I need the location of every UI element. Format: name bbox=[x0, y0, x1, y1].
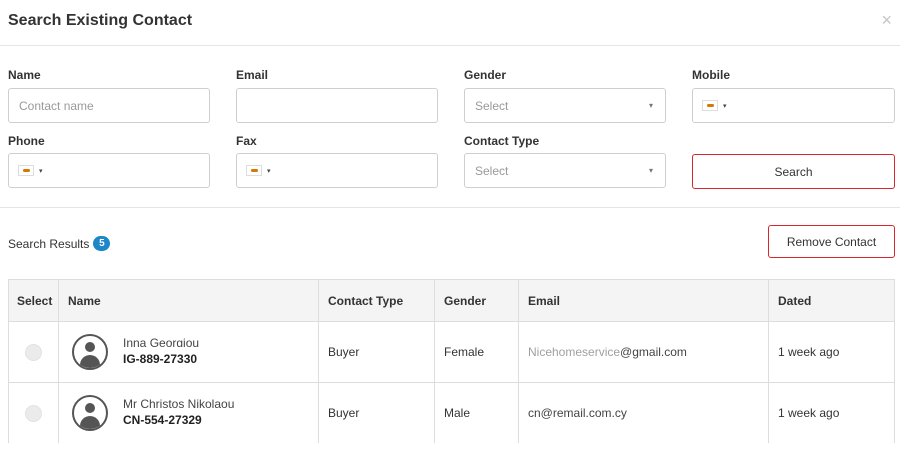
table-row[interactable]: Mr Christos Nikolaou CN-554-27329 Buyer … bbox=[9, 383, 894, 443]
column-header-contact-type[interactable]: Contact Type bbox=[319, 280, 435, 321]
fax-label: Fax bbox=[236, 134, 257, 148]
gender-cell: Male bbox=[435, 383, 519, 443]
modal-header: Search Existing Contact × bbox=[0, 0, 900, 46]
mobile-country-picker[interactable]: ▾ bbox=[702, 100, 727, 111]
results-table: Select Name Contact Type Gender Email Da… bbox=[8, 279, 895, 443]
mobile-label: Mobile bbox=[692, 68, 730, 82]
gender-label: Gender bbox=[464, 68, 507, 82]
chevron-down-icon: ▾ bbox=[648, 101, 653, 110]
contact-type-label: Contact Type bbox=[464, 134, 540, 148]
gender-select-value: Select bbox=[475, 98, 509, 113]
contact-type-cell: Buyer bbox=[319, 322, 435, 382]
phone-country-picker[interactable]: ▾ bbox=[18, 165, 43, 176]
select-cell bbox=[9, 383, 59, 443]
fax-field[interactable]: ▾ bbox=[236, 153, 438, 188]
dated-cell: 1 week ago bbox=[778, 406, 840, 420]
mobile-field[interactable]: ▾ bbox=[692, 88, 895, 123]
contact-name-block: Mr Christos Nikolaou CN-554-27329 bbox=[123, 399, 234, 427]
column-header-dated[interactable]: Dated bbox=[769, 280, 894, 321]
search-results-label: Search Results bbox=[8, 236, 90, 251]
email-label: Email bbox=[236, 68, 269, 82]
dated-cell: 1 week ago bbox=[778, 345, 840, 359]
user-avatar-icon bbox=[72, 395, 108, 431]
contact-email: Nicehomeservice@gmail.com bbox=[528, 345, 687, 359]
contact-name-block: Inna Georgiou IG-889-27330 bbox=[123, 338, 199, 366]
column-header-email[interactable]: Email bbox=[519, 280, 769, 321]
modal-title: Search Existing Contact bbox=[8, 12, 193, 29]
cyprus-flag-icon bbox=[246, 165, 262, 176]
section-divider bbox=[0, 207, 900, 208]
email-cell: cn@remail.com.cy bbox=[519, 383, 769, 443]
chevron-down-icon: ▾ bbox=[723, 102, 727, 110]
search-button[interactable]: Search bbox=[692, 154, 895, 189]
name-field[interactable] bbox=[8, 88, 210, 123]
name-input[interactable] bbox=[19, 98, 209, 113]
user-avatar-icon bbox=[72, 334, 108, 370]
table-header: Select Name Contact Type Gender Email Da… bbox=[9, 280, 894, 322]
email-input[interactable] bbox=[247, 98, 437, 113]
phone-field[interactable]: ▾ bbox=[8, 153, 210, 188]
search-results-heading: Search Results 5 bbox=[8, 236, 111, 251]
fax-country-picker[interactable]: ▾ bbox=[246, 165, 271, 176]
name-label: Name bbox=[8, 68, 41, 82]
contact-code: IG-889-27330 bbox=[123, 352, 198, 366]
chevron-down-icon: ▾ bbox=[267, 167, 271, 175]
email-field[interactable] bbox=[236, 88, 438, 123]
chevron-down-icon: ▾ bbox=[39, 167, 43, 175]
contact-type-select-value: Select bbox=[475, 163, 509, 178]
phone-label: Phone bbox=[8, 134, 45, 148]
gender-select[interactable]: Select ▾ bbox=[464, 88, 666, 123]
row-select-radio[interactable] bbox=[25, 343, 42, 361]
column-header-gender[interactable]: Gender bbox=[435, 280, 519, 321]
table-row[interactable]: Inna Georgiou IG-889-27330 Buyer Female … bbox=[9, 322, 894, 383]
contact-type-select[interactable]: Select ▾ bbox=[464, 153, 666, 188]
contact-email: cn@remail.com.cy bbox=[528, 406, 627, 420]
close-icon[interactable]: × bbox=[881, 10, 892, 30]
email-cell: Nicehomeservice@gmail.com bbox=[519, 322, 769, 382]
cyprus-flag-icon bbox=[702, 100, 718, 111]
cyprus-flag-icon bbox=[18, 165, 34, 176]
column-header-select: Select bbox=[9, 280, 59, 321]
name-cell: Mr Christos Nikolaou CN-554-27329 bbox=[59, 383, 319, 443]
column-header-name[interactable]: Name bbox=[59, 280, 319, 321]
contact-code: CN-554-27329 bbox=[123, 413, 202, 427]
row-select-radio[interactable] bbox=[25, 404, 42, 422]
chevron-down-icon: ▾ bbox=[648, 166, 653, 175]
contact-name: Mr Christos Nikolaou bbox=[123, 399, 235, 408]
results-count-badge: 5 bbox=[93, 236, 111, 251]
gender-cell: Female bbox=[435, 322, 519, 382]
name-cell: Inna Georgiou IG-889-27330 bbox=[59, 322, 319, 382]
remove-contact-button[interactable]: Remove Contact bbox=[768, 225, 895, 258]
contact-type-cell: Buyer bbox=[319, 383, 435, 443]
select-cell bbox=[9, 322, 59, 382]
contact-name: Inna Georgiou bbox=[123, 338, 200, 347]
